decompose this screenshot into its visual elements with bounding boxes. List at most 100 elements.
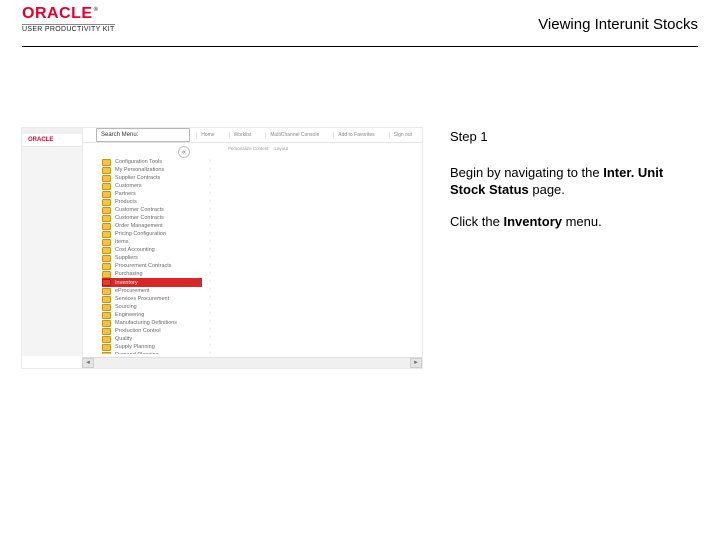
folder-icon	[102, 255, 111, 262]
menu-item[interactable]: Order Management	[102, 222, 202, 230]
chevron-right-icon: ›	[206, 214, 214, 222]
menu-item[interactable]: Customers	[102, 182, 202, 190]
chevron-right-icon: ›	[206, 222, 214, 230]
chevron-right-icon: ›	[206, 238, 214, 246]
menu-item[interactable]: Demand Planning	[102, 351, 202, 354]
chevron-right-icon: ›	[206, 230, 214, 238]
menu-item-label: Partners	[115, 191, 136, 197]
menu-item-label: Products	[115, 199, 137, 205]
folder-icon	[102, 288, 111, 295]
folder-icon	[102, 336, 111, 343]
scroll-left-icon[interactable]: ◄	[82, 358, 94, 368]
menu-item-inventory[interactable]: Inventory	[102, 278, 202, 287]
folder-icon	[102, 199, 111, 206]
folder-icon	[102, 231, 111, 238]
menu-item-label: Production Control	[115, 328, 161, 334]
text: Click the	[450, 214, 503, 229]
scroll-right-icon[interactable]: ►	[410, 358, 422, 368]
chevron-right-icon: ›	[206, 286, 214, 294]
horizontal-scrollbar[interactable]: ◄ ►	[82, 357, 422, 368]
screenshot-thumbnail: ORACLE Home Worklist MultiChannel Consol…	[22, 128, 422, 368]
tab-mcc[interactable]: MultiChannel Console	[265, 132, 323, 138]
folder-icon	[102, 239, 111, 246]
menu-item[interactable]: Supplier Contracts	[102, 174, 202, 182]
folder-icon	[102, 352, 111, 355]
menu-item[interactable]: Configuration Tools	[102, 158, 202, 166]
left-rail: ORACLE	[22, 128, 83, 356]
collapse-icon[interactable]: «	[178, 146, 190, 158]
menu-item-label: Pricing Configuration	[115, 231, 166, 237]
menu-item[interactable]: My Personalizations	[102, 166, 202, 174]
menu-item-label: Customer Contracts	[115, 215, 164, 221]
menu-item-label: Purchasing	[115, 271, 143, 277]
menu-item[interactable]: Partners	[102, 190, 202, 198]
menu-item[interactable]: Items	[102, 238, 202, 246]
tab-home[interactable]: Home	[196, 132, 218, 138]
menu-item[interactable]: Customer Contracts	[102, 214, 202, 222]
tab-signout[interactable]: Sign out	[389, 132, 416, 138]
menu-item[interactable]: Engineering	[102, 311, 202, 319]
instruction-line-1: Begin by navigating to the Inter. Unit S…	[450, 164, 698, 199]
text: page.	[529, 182, 565, 197]
instructions-panel: Step 1 Begin by navigating to the Inter.…	[422, 128, 698, 500]
menu-item[interactable]: Products	[102, 198, 202, 206]
menu-item[interactable]: Supply Planning	[102, 343, 202, 351]
folder-icon	[102, 183, 111, 190]
chevron-right-icon: ›	[206, 318, 214, 326]
menu-item-label: Cost Accounting	[115, 247, 155, 253]
link-layout[interactable]: Layout	[275, 146, 289, 151]
menu-item[interactable]: Services Procurement	[102, 295, 202, 303]
menu-item-label: Customer Contracts	[115, 207, 164, 213]
folder-icon	[102, 320, 111, 327]
chevron-right-icon: ›	[206, 206, 214, 214]
chevron-right-icon: ›	[206, 182, 214, 190]
chevron-right-icon: ›	[206, 174, 214, 182]
menu-item-label: eProcurement	[115, 288, 150, 294]
menu-item[interactable]: Suppliers	[102, 254, 202, 262]
menu-item-label: Customers	[115, 183, 142, 189]
chevron-right-icon: ›	[206, 278, 214, 286]
menu-item[interactable]: Sourcing	[102, 303, 202, 311]
content-header-links: Personalize Content Layout	[222, 142, 422, 154]
menu-item[interactable]: Quality	[102, 335, 202, 343]
menu-item[interactable]: Cost Accounting	[102, 246, 202, 254]
menu-item[interactable]: Production Control	[102, 327, 202, 335]
folder-icon	[102, 304, 111, 311]
folder-icon	[102, 159, 111, 166]
menu-item[interactable]: eProcurement	[102, 287, 202, 295]
text: menu.	[562, 214, 602, 229]
header: ORACLE ® USER PRODUCTIVITY KIT Viewing I…	[22, 0, 698, 47]
tab-favorites[interactable]: Add to Favorites	[333, 132, 378, 138]
rail-brand: ORACLE	[22, 134, 82, 147]
oracle-subtitle: USER PRODUCTIVITY KIT	[22, 24, 115, 33]
folder-icon	[102, 279, 111, 286]
scroll-track[interactable]	[94, 359, 410, 367]
brand-block: ORACLE ® USER PRODUCTIVITY KIT	[22, 6, 115, 33]
nav-menu: Configuration ToolsMy Personalizations Su…	[102, 158, 202, 354]
oracle-logo: ORACLE ®	[22, 6, 115, 22]
chevron-right-icon: ›	[206, 270, 214, 278]
folder-icon	[102, 271, 111, 278]
link-personalize[interactable]: Personalize Content	[228, 146, 269, 151]
menu-item-label: Supplier Contracts	[115, 175, 160, 181]
search-menu-label: Search Menu:	[101, 132, 138, 138]
trademark-icon: ®	[94, 7, 99, 13]
page-title: Viewing Interunit Stocks	[538, 16, 698, 33]
chevron-right-icon: ›	[206, 262, 214, 270]
menu-item[interactable]: Customer Contracts	[102, 206, 202, 214]
menu-item-label: Demand Planning	[115, 352, 159, 354]
folder-icon	[102, 215, 111, 222]
folder-icon	[102, 328, 111, 335]
menu-item-label: My Personalizations	[115, 167, 164, 173]
folder-icon	[102, 247, 111, 254]
chevron-right-icon: ›	[206, 166, 214, 174]
tab-worklist[interactable]: Worklist	[229, 132, 256, 138]
menu-item[interactable]: Pricing Configuration	[102, 230, 202, 238]
app-screenshot: ORACLE Home Worklist MultiChannel Consol…	[22, 128, 422, 368]
menu-item[interactable]: Manufacturing Definitions	[102, 319, 202, 327]
menu-item[interactable]: Purchasing	[102, 270, 202, 278]
menu-item[interactable]: Procurement Contracts	[102, 262, 202, 270]
search-menu-box[interactable]: Search Menu:	[96, 128, 190, 142]
instruction-line-2: Click the Inventory menu.	[450, 213, 698, 231]
folder-icon	[102, 296, 111, 303]
